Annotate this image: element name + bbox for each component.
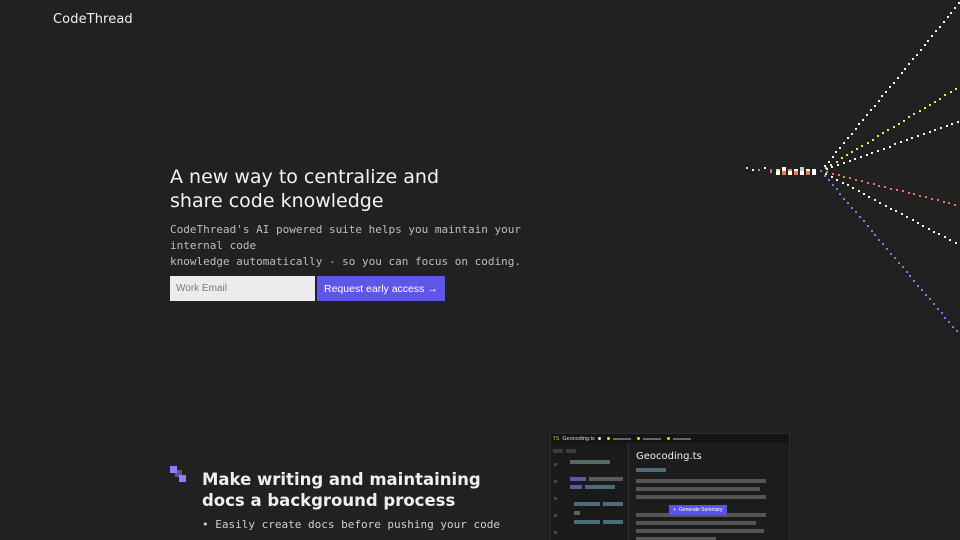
feature-bullet: Easily create docs before pushing your c… [202, 518, 502, 532]
feature-title-line-1: Make writing and maintaining [202, 470, 481, 489]
editor-tab[interactable] [636, 437, 661, 440]
tab-placeholder [642, 437, 661, 440]
hero-subtitle-line-2: knowledge automatically - so you can foc… [170, 255, 521, 268]
hero-title: A new way to centralize and share code k… [170, 165, 590, 213]
hero-title-line-2: share code knowledge [170, 190, 384, 212]
unsaved-dot-icon [597, 437, 601, 440]
generate-summary-label: Generate Summary [678, 507, 723, 513]
editor-doc-pane: Geocoding.ts + Generate Summary [630, 443, 789, 540]
feature-title-line-2: docs a background process [202, 491, 456, 510]
request-access-label: Request early access [324, 282, 425, 295]
feature-bullets: Easily create docs before pushing your c… [202, 518, 502, 532]
pixel-blocks-icon [170, 466, 186, 482]
hero-section: A new way to centralize and share code k… [170, 165, 590, 270]
pixel-burst-graphic [746, 2, 960, 332]
code-editor-preview: TS Geocoding.ts Geocoding.ts + Generate … [550, 433, 790, 540]
typescript-icon: TS [553, 435, 560, 442]
work-email-input[interactable] [170, 276, 315, 301]
editor-tab-active[interactable]: TS Geocoding.ts [553, 436, 601, 442]
arrow-right-icon: → [427, 282, 438, 295]
generate-summary-button[interactable]: + Generate Summary [669, 505, 727, 515]
editor-tab-bar: TS Geocoding.ts [551, 434, 789, 443]
editor-tab-filename: Geocoding.ts [562, 435, 595, 442]
editor-code-pane [551, 443, 629, 540]
editor-tab[interactable] [666, 437, 691, 440]
feature-title: Make writing and maintaining docs a back… [202, 469, 502, 511]
file-dot-icon [606, 437, 610, 440]
hero-subtitle: CodeThread's AI powered suite helps you … [170, 222, 570, 270]
doc-file-title: Geocoding.ts [636, 451, 702, 462]
tab-placeholder [612, 437, 631, 440]
file-dot-icon [636, 437, 640, 440]
signup-form: Request early access → [170, 276, 445, 301]
brand-logo[interactable]: CodeThread [53, 12, 133, 27]
editor-tab[interactable] [606, 437, 631, 440]
file-dot-icon [666, 437, 670, 440]
burst-lines [746, 2, 960, 332]
plus-icon: + [673, 507, 676, 513]
request-access-button[interactable]: Request early access → [317, 276, 445, 301]
hero-title-line-1: A new way to centralize and [170, 166, 440, 188]
hero-subtitle-line-1: CodeThread's AI powered suite helps you … [170, 223, 521, 252]
tab-placeholder [672, 437, 691, 440]
